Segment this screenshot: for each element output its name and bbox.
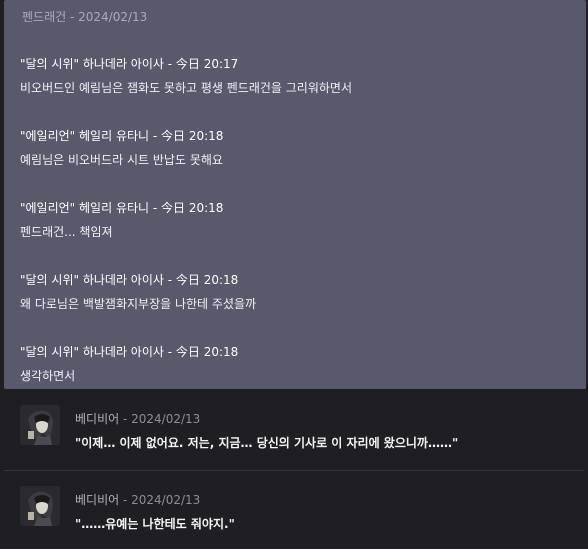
quote-line-text: 예림님은 비오버드라 시트 반납도 못해요 [20,153,223,167]
quote-line-author: "에일리언" 헤일리 유타니 - 今日 20:18 [20,201,224,215]
quote-line-text: 왜 다로님은 백발잼화지부장을 나한테 주셨을까 [20,297,257,311]
quote-line-text: 생각하면서 [20,369,76,383]
quote-line-author: "에일리언" 헤일리 유타니 - 今日 20:18 [20,129,224,143]
quote-header: 펜드래건 - 2024/02/13 [22,10,148,24]
message-timestamp: - 2024/02/13 [119,412,201,426]
chat-message: 베디비어 - 2024/02/13 "……유예는 나한테도 줘야지." [0,477,588,547]
message-text: "……유예는 나한테도 줘야지." [75,517,235,531]
message-text: "이제… 이제 없어요. 저는, 지금… 당신의 기사로 이 자리에 왔으니까…… [75,436,459,450]
quote-line-author: "달의 시위" 하나데라 아이사 - 今日 20:18 [20,345,239,359]
message-meta: 베디비어 - 2024/02/13 [75,491,200,508]
message-divider [4,470,584,471]
message-timestamp: - 2024/02/13 [119,493,201,507]
message-author[interactable]: 베디비어 [75,493,119,507]
avatar[interactable] [20,486,60,526]
quote-line-author: "달의 시위" 하나데라 아이사 - 今日 20:17 [20,57,239,71]
quote-line-text: 펜드래건... 책임져 [20,225,113,239]
quote-line-text: 비오버드인 예림님은 잼화도 못하고 평생 펜드래건을 그리워하면서 [20,81,353,95]
chat-message: 베디비어 - 2024/02/13 "이제… 이제 없어요. 저는, 지금… 당… [0,396,588,466]
quoted-message-block: 펜드래건 - 2024/02/13 "달의 시위" 하나데라 아이사 - 今日 … [4,0,586,389]
message-author[interactable]: 베디비어 [75,412,119,426]
quote-line-author: "달의 시위" 하나데라 아이사 - 今日 20:18 [20,273,239,287]
message-meta: 베디비어 - 2024/02/13 [75,410,200,427]
avatar[interactable] [20,405,60,445]
